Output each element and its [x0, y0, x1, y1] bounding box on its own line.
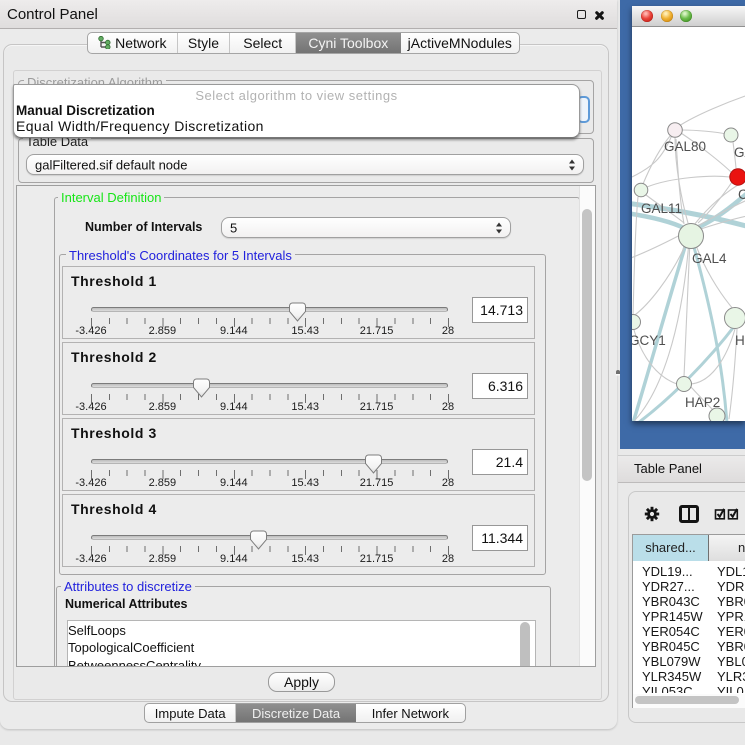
- svg-text:GA: GA: [734, 145, 745, 160]
- svg-text:GCY1: GCY1: [632, 333, 666, 348]
- svg-text:GAL4: GAL4: [692, 251, 727, 266]
- svg-text:C: C: [738, 187, 745, 202]
- svg-text:GAL11: GAL11: [641, 201, 682, 216]
- svg-text:GAL80: GAL80: [664, 139, 706, 154]
- svg-text:H: H: [735, 333, 745, 348]
- svg-text:HAP2: HAP2: [685, 395, 720, 410]
